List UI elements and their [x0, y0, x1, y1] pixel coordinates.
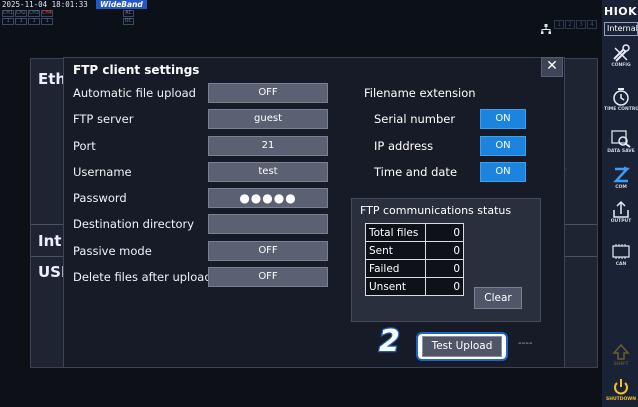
- step-number: 2: [378, 324, 401, 359]
- sidebar-item-label: OUTPUT: [610, 219, 632, 224]
- storage-selector[interactable]: Internal: [604, 22, 638, 36]
- brand-logo: HIOKI: [604, 5, 638, 18]
- page-indicators: 1 2 3 4: [554, 20, 597, 29]
- channel-indicators-row2: 1 1 1 1: [2, 18, 53, 25]
- page-indicator: 3: [576, 20, 586, 29]
- field-label: Username: [73, 165, 132, 179]
- delete-files-after-upload-button[interactable]: OFF: [208, 267, 328, 287]
- field-label: FTP server: [73, 112, 134, 126]
- wrench-screwdriver-icon: [613, 44, 630, 62]
- table-row: Total files 0: [365, 223, 464, 242]
- sidebar-item-label: TIME CONTROL: [604, 107, 638, 112]
- power-icon: [614, 379, 628, 395]
- sidebar-item-label: SHUTDOWN: [605, 397, 637, 402]
- test-upload-button[interactable]: Test Upload: [422, 336, 502, 357]
- output-icon: [613, 200, 629, 218]
- channel-indicator: CH1: [2, 10, 14, 17]
- can-icon: [612, 244, 630, 259]
- passive-mode-button[interactable]: OFF: [208, 241, 328, 261]
- field-label: Password: [73, 191, 127, 205]
- channel-indicator: 1: [2, 18, 14, 25]
- ftp-server-field[interactable]: guest: [208, 109, 328, 129]
- sidebar-item-label: CONFIG: [611, 63, 631, 68]
- dialog-title: FTP client settings: [73, 63, 200, 77]
- channel-indicator: CH2: [15, 10, 27, 17]
- sidebar-item-shutdown[interactable]: SHUTDOWN: [604, 378, 638, 402]
- port-field[interactable]: 21: [208, 136, 328, 156]
- page-indicator: 2: [565, 20, 575, 29]
- field-label: Passive mode: [73, 244, 152, 258]
- network-icon: [541, 24, 551, 34]
- username-field[interactable]: test: [208, 162, 328, 182]
- extension-label: Time and date: [374, 165, 458, 179]
- sidebar-item-config[interactable]: CONFIG: [604, 44, 638, 68]
- status-table: Total files 0 Sent 0 Failed 0 Unsent 0: [365, 223, 464, 296]
- status-value: 0: [425, 259, 464, 278]
- automatic-file-upload-button[interactable]: OFF: [208, 83, 328, 103]
- serial-number-toggle[interactable]: ON: [480, 109, 526, 129]
- extension-label: IP address: [374, 139, 434, 153]
- field-label: Destination directory: [73, 217, 195, 231]
- channel-indicator: CH4: [41, 10, 53, 17]
- sidebar-item-shift[interactable]: SHIFT: [604, 343, 638, 367]
- table-row: Sent 0: [365, 241, 464, 260]
- sidebar-item-label: CAN: [615, 262, 627, 267]
- status-value: 0: [425, 277, 464, 296]
- status-title: FTP communications status: [360, 204, 512, 217]
- test-result: ----: [518, 338, 533, 349]
- field-label: Port: [73, 139, 96, 153]
- page-indicator: 4: [587, 20, 597, 29]
- background-heading: Eth: [38, 70, 67, 88]
- channel-indicator: CH3: [28, 10, 40, 17]
- clear-button[interactable]: Clear: [474, 287, 522, 309]
- top-status-bar: [0, 0, 602, 44]
- page-indicator: 1: [554, 20, 564, 29]
- extension-label: Serial number: [374, 112, 456, 126]
- com-icon: [613, 166, 630, 183]
- field-label: Delete files after upload: [73, 270, 212, 284]
- sidebar-item-label: SHIFT: [613, 362, 629, 367]
- channel-indicator: 1: [15, 18, 27, 25]
- status-label: Total files: [365, 223, 426, 242]
- field-label: Automatic file upload: [73, 86, 196, 100]
- sidebar-item-can[interactable]: CAN: [604, 243, 638, 267]
- status-value: 0: [425, 223, 464, 242]
- time-and-date-toggle[interactable]: ON: [480, 162, 526, 182]
- sidebar-item-output[interactable]: OUTPUT: [604, 200, 638, 224]
- sidebar-item-data-save[interactable]: DATA SAVE: [604, 130, 638, 154]
- timestamp: 2025-11-04 18:01:33: [2, 0, 88, 9]
- sidebar-item-com[interactable]: COM: [604, 166, 638, 190]
- status-label: Sent: [365, 241, 426, 260]
- ac-indicator: AC: [123, 10, 134, 17]
- table-row: Unsent 0: [365, 277, 464, 296]
- destination-directory-field[interactable]: [208, 214, 328, 234]
- channel-indicator: 1: [28, 18, 40, 25]
- close-button[interactable]: ✕: [541, 57, 563, 77]
- shift-icon: [612, 343, 630, 360]
- channel-indicator: 1: [41, 18, 53, 25]
- ip-address-toggle[interactable]: ON: [480, 136, 526, 156]
- sidebar-item-label: DATA SAVE: [607, 149, 635, 154]
- table-row: Failed 0: [365, 259, 464, 278]
- magnifier-save-icon: [611, 130, 631, 148]
- status-value: 0: [425, 241, 464, 260]
- mode-badge: WideBand: [96, 0, 147, 9]
- sidebar-item-time-control[interactable]: TIME CONTROL: [604, 88, 638, 112]
- channel-indicators-row1: CH1 CH2 CH3 CH4: [2, 10, 53, 17]
- password-field[interactable]: ●●●●●: [208, 188, 328, 208]
- clock-icon: [613, 88, 629, 106]
- status-label: Unsent: [365, 277, 426, 296]
- dc-indicator: DC: [123, 18, 134, 25]
- background-heading: Int: [38, 232, 62, 250]
- filename-extension-title: Filename extension: [364, 86, 476, 100]
- sidebar-item-label: COM: [615, 185, 627, 190]
- status-label: Failed: [365, 259, 426, 278]
